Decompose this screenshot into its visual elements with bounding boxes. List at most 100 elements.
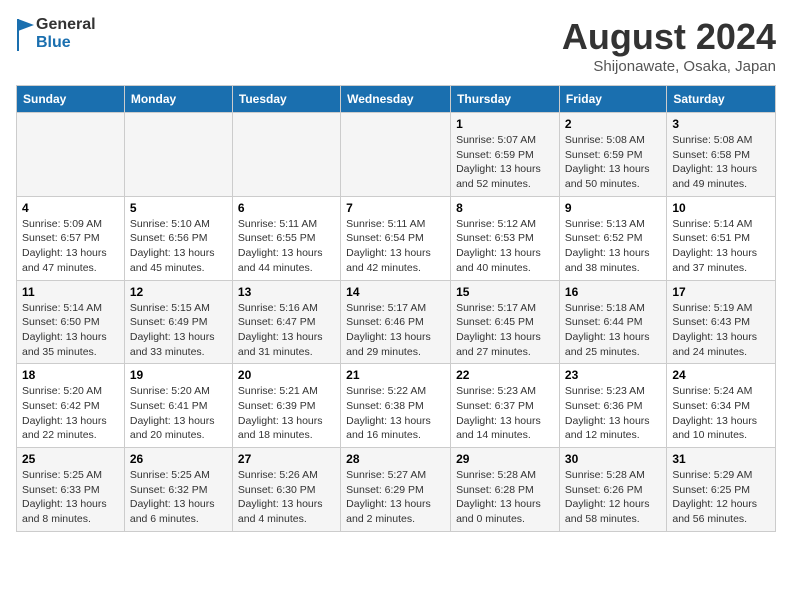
day-info: Sunrise: 5:25 AMSunset: 6:32 PMDaylight:… <box>130 468 227 527</box>
day-info: Sunrise: 5:28 AMSunset: 6:26 PMDaylight:… <box>565 468 661 527</box>
day-number: 9 <box>565 201 661 215</box>
day-info: Sunrise: 5:23 AMSunset: 6:36 PMDaylight:… <box>565 384 661 443</box>
title-block: August 2024 Shijonawate, Osaka, Japan <box>562 16 776 75</box>
day-info: Sunrise: 5:16 AMSunset: 6:47 PMDaylight:… <box>238 301 335 360</box>
day-info: Sunrise: 5:07 AMSunset: 6:59 PMDaylight:… <box>456 133 554 192</box>
day-info: Sunrise: 5:26 AMSunset: 6:30 PMDaylight:… <box>238 468 335 527</box>
day-number: 8 <box>456 201 554 215</box>
day-info: Sunrise: 5:25 AMSunset: 6:33 PMDaylight:… <box>22 468 119 527</box>
logo-flag-icon <box>16 17 34 51</box>
day-number: 26 <box>130 452 227 466</box>
day-info: Sunrise: 5:18 AMSunset: 6:44 PMDaylight:… <box>565 301 661 360</box>
calendar-cell: 1 Sunrise: 5:07 AMSunset: 6:59 PMDaylight… <box>451 113 560 197</box>
weekday-header-tuesday: Tuesday <box>232 86 340 113</box>
day-number: 20 <box>238 368 335 382</box>
day-number: 29 <box>456 452 554 466</box>
day-number: 2 <box>565 117 661 131</box>
logo-general: General <box>36 16 96 34</box>
day-number: 14 <box>346 285 445 299</box>
logo-blue: Blue <box>36 34 96 52</box>
day-number: 12 <box>130 285 227 299</box>
day-number: 4 <box>22 201 119 215</box>
page-header: General Blue August 2024 Shijonawate, Os… <box>16 16 776 75</box>
day-info: Sunrise: 5:09 AMSunset: 6:57 PMDaylight:… <box>22 217 119 276</box>
weekday-header-friday: Friday <box>559 86 666 113</box>
calendar-week-row: 4 Sunrise: 5:09 AMSunset: 6:57 PMDaylight… <box>17 196 776 280</box>
weekday-header-wednesday: Wednesday <box>341 86 451 113</box>
calendar-cell: 19 Sunrise: 5:20 AMSunset: 6:41 PMDayligh… <box>124 364 232 448</box>
day-info: Sunrise: 5:24 AMSunset: 6:34 PMDaylight:… <box>672 384 770 443</box>
day-info: Sunrise: 5:19 AMSunset: 6:43 PMDaylight:… <box>672 301 770 360</box>
calendar-cell: 28 Sunrise: 5:27 AMSunset: 6:29 PMDayligh… <box>341 448 451 532</box>
calendar-cell: 2 Sunrise: 5:08 AMSunset: 6:59 PMDaylight… <box>559 113 666 197</box>
calendar-cell: 11 Sunrise: 5:14 AMSunset: 6:50 PMDayligh… <box>17 280 125 364</box>
calendar-cell: 14Sunrise: 5:17 AMSunset: 6:46 PMDayligh… <box>341 280 451 364</box>
calendar-cell: 30 Sunrise: 5:28 AMSunset: 6:26 PMDayligh… <box>559 448 666 532</box>
day-number: 15 <box>456 285 554 299</box>
logo: General Blue <box>16 16 96 51</box>
calendar-cell: 24 Sunrise: 5:24 AMSunset: 6:34 PMDayligh… <box>667 364 776 448</box>
day-number: 7 <box>346 201 445 215</box>
day-info: Sunrise: 5:28 AMSunset: 6:28 PMDaylight:… <box>456 468 554 527</box>
weekday-header-thursday: Thursday <box>451 86 560 113</box>
day-number: 22 <box>456 368 554 382</box>
calendar-cell: 13Sunrise: 5:16 AMSunset: 6:47 PMDayligh… <box>232 280 340 364</box>
calendar-cell: 27 Sunrise: 5:26 AMSunset: 6:30 PMDayligh… <box>232 448 340 532</box>
day-number: 1 <box>456 117 554 131</box>
day-info: Sunrise: 5:11 AMSunset: 6:55 PMDaylight:… <box>238 217 335 276</box>
calendar-cell: 18Sunrise: 5:20 AMSunset: 6:42 PMDayligh… <box>17 364 125 448</box>
calendar-cell: 23 Sunrise: 5:23 AMSunset: 6:36 PMDayligh… <box>559 364 666 448</box>
day-info: Sunrise: 5:14 AMSunset: 6:50 PMDaylight:… <box>22 301 119 360</box>
calendar-cell: 9 Sunrise: 5:13 AMSunset: 6:52 PMDaylight… <box>559 196 666 280</box>
day-info: Sunrise: 5:20 AMSunset: 6:41 PMDaylight:… <box>130 384 227 443</box>
day-info: Sunrise: 5:12 AMSunset: 6:53 PMDaylight:… <box>456 217 554 276</box>
calendar-week-row: 11 Sunrise: 5:14 AMSunset: 6:50 PMDayligh… <box>17 280 776 364</box>
calendar-week-row: 1 Sunrise: 5:07 AMSunset: 6:59 PMDaylight… <box>17 113 776 197</box>
location-subtitle: Shijonawate, Osaka, Japan <box>562 58 776 75</box>
day-number: 30 <box>565 452 661 466</box>
calendar-cell <box>232 113 340 197</box>
calendar-cell: 12Sunrise: 5:15 AMSunset: 6:49 PMDayligh… <box>124 280 232 364</box>
calendar-table: SundayMondayTuesdayWednesdayThursdayFrid… <box>16 85 776 532</box>
day-info: Sunrise: 5:21 AMSunset: 6:39 PMDaylight:… <box>238 384 335 443</box>
day-number: 10 <box>672 201 770 215</box>
day-number: 11 <box>22 285 119 299</box>
day-number: 24 <box>672 368 770 382</box>
calendar-week-row: 25 Sunrise: 5:25 AMSunset: 6:33 PMDayligh… <box>17 448 776 532</box>
day-info: Sunrise: 5:11 AMSunset: 6:54 PMDaylight:… <box>346 217 445 276</box>
day-info: Sunrise: 5:29 AMSunset: 6:25 PMDaylight:… <box>672 468 770 527</box>
day-info: Sunrise: 5:27 AMSunset: 6:29 PMDaylight:… <box>346 468 445 527</box>
day-number: 27 <box>238 452 335 466</box>
calendar-cell: 21Sunrise: 5:22 AMSunset: 6:38 PMDayligh… <box>341 364 451 448</box>
day-info: Sunrise: 5:22 AMSunset: 6:38 PMDaylight:… <box>346 384 445 443</box>
day-number: 19 <box>130 368 227 382</box>
calendar-cell: 7 Sunrise: 5:11 AMSunset: 6:54 PMDaylight… <box>341 196 451 280</box>
weekday-header-sunday: Sunday <box>17 86 125 113</box>
day-info: Sunrise: 5:08 AMSunset: 6:58 PMDaylight:… <box>672 133 770 192</box>
day-info: Sunrise: 5:10 AMSunset: 6:56 PMDaylight:… <box>130 217 227 276</box>
calendar-cell: 15Sunrise: 5:17 AMSunset: 6:45 PMDayligh… <box>451 280 560 364</box>
day-number: 31 <box>672 452 770 466</box>
day-info: Sunrise: 5:08 AMSunset: 6:59 PMDaylight:… <box>565 133 661 192</box>
day-number: 23 <box>565 368 661 382</box>
calendar-cell: 25 Sunrise: 5:25 AMSunset: 6:33 PMDayligh… <box>17 448 125 532</box>
calendar-week-row: 18Sunrise: 5:20 AMSunset: 6:42 PMDayligh… <box>17 364 776 448</box>
day-number: 28 <box>346 452 445 466</box>
day-info: Sunrise: 5:13 AMSunset: 6:52 PMDaylight:… <box>565 217 661 276</box>
calendar-cell: 4 Sunrise: 5:09 AMSunset: 6:57 PMDaylight… <box>17 196 125 280</box>
weekday-header-monday: Monday <box>124 86 232 113</box>
calendar-cell: 26 Sunrise: 5:25 AMSunset: 6:32 PMDayligh… <box>124 448 232 532</box>
logo-text: General Blue <box>36 16 96 51</box>
weekday-header-saturday: Saturday <box>667 86 776 113</box>
calendar-cell: 3Sunrise: 5:08 AMSunset: 6:58 PMDaylight… <box>667 113 776 197</box>
calendar-cell: 31 Sunrise: 5:29 AMSunset: 6:25 PMDayligh… <box>667 448 776 532</box>
day-info: Sunrise: 5:20 AMSunset: 6:42 PMDaylight:… <box>22 384 119 443</box>
calendar-cell: 22Sunrise: 5:23 AMSunset: 6:37 PMDayligh… <box>451 364 560 448</box>
day-info: Sunrise: 5:14 AMSunset: 6:51 PMDaylight:… <box>672 217 770 276</box>
calendar-cell <box>17 113 125 197</box>
day-number: 25 <box>22 452 119 466</box>
calendar-cell: 6Sunrise: 5:11 AMSunset: 6:55 PMDaylight… <box>232 196 340 280</box>
calendar-cell: 5Sunrise: 5:10 AMSunset: 6:56 PMDaylight… <box>124 196 232 280</box>
logo-container: General Blue <box>16 16 96 51</box>
calendar-cell: 17Sunrise: 5:19 AMSunset: 6:43 PMDayligh… <box>667 280 776 364</box>
